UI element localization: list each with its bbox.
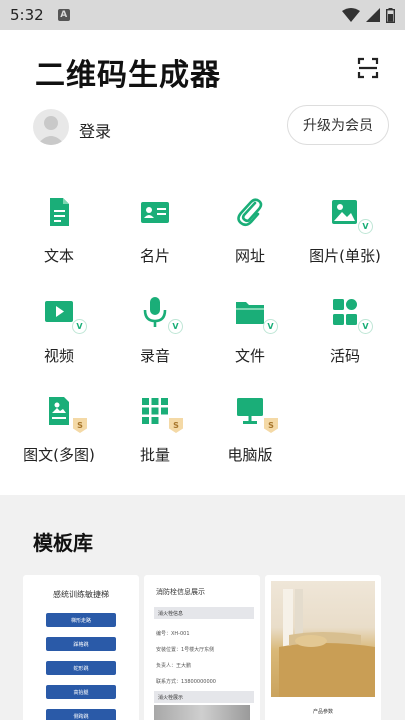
grid-item-desktop[interactable]: S 电脑版: [210, 394, 290, 474]
template-card-option: 踩格跳: [46, 637, 116, 651]
status-bar: 5:32 A: [0, 0, 405, 30]
grid-item-label: 图文(多图): [23, 446, 95, 464]
template-card-line: 负责人：王大鹏: [156, 663, 192, 669]
a-icon: A: [57, 9, 70, 21]
template-card-line: 安装位置：1号楼大厅东侧: [156, 647, 215, 653]
template-card-title: 消防栓信息展示: [156, 588, 205, 596]
vip-badge: V: [358, 219, 373, 234]
grid-item-label: 文本: [43, 247, 74, 265]
document-icon: [50, 198, 69, 226]
grid-item-label: 图片(单张): [309, 247, 381, 265]
template-card-section: 消火栓展示: [154, 691, 254, 703]
vip-badge: V: [72, 319, 87, 334]
grid-item-label: 名片: [139, 247, 170, 265]
dynamic-code-icon: [333, 299, 357, 325]
template-card-option: 蛇形跳: [46, 661, 116, 675]
upgrade-vip-button[interactable]: 升级为会员: [287, 105, 389, 145]
template-card-option: 侧跨跳: [46, 709, 116, 720]
template-library-section: 模板库 感统训练敏捷梯 梯形走路 踩格跳 蛇形跳 高抬腿 侧跨跳 消防栓信息展示…: [0, 495, 405, 720]
grid-item-business-card[interactable]: 名片: [115, 195, 195, 275]
grid-item-label: 文件: [234, 347, 265, 365]
image-icon: [332, 200, 357, 224]
vip-badge: V: [168, 319, 183, 334]
grid-item-label: 视频: [43, 347, 74, 365]
grid-item-text[interactable]: 文本: [19, 195, 99, 275]
scan-button[interactable]: [355, 55, 381, 81]
template-card-option: 梯形走路: [46, 613, 116, 627]
user-row: 登录 升级为会员: [0, 105, 405, 155]
batch-icon: [142, 398, 168, 424]
template-card-product[interactable]: 产品参数: [265, 575, 381, 720]
grid-item-label: 网址: [234, 247, 265, 265]
grid-item-audio[interactable]: V 录音: [115, 295, 195, 375]
template-card-title: 感统训练敏捷梯: [53, 590, 109, 599]
template-card-line: 联系方式：13800000000: [156, 679, 216, 685]
page-title: 二维码生成器: [35, 58, 221, 93]
vip-badge: V: [358, 319, 373, 334]
battery-icon: [386, 7, 395, 23]
vip-badge: V: [263, 319, 278, 334]
grid-item-url[interactable]: 网址: [210, 195, 290, 275]
video-icon: [45, 301, 73, 322]
template-card-fire-hydrant[interactable]: 消防栓信息展示 消火栓信息 编号：XH-001 安装位置：1号楼大厅东侧 负责人…: [144, 575, 260, 720]
signal-icon: [366, 8, 380, 22]
template-library-title: 模板库: [33, 531, 93, 555]
desktop-icon: [237, 398, 263, 424]
grid-item-image[interactable]: V 图片(单张): [305, 195, 385, 275]
status-icons: [342, 7, 395, 23]
template-card-title: 产品参数: [312, 709, 333, 715]
scan-icon: [357, 57, 379, 79]
user-avatar-icon: [37, 116, 65, 145]
microphone-icon: [143, 297, 167, 327]
template-card-agility[interactable]: 感统训练敏捷梯 梯形走路 踩格跳 蛇形跳 高抬腿 侧跨跳: [23, 575, 139, 720]
status-time: 5:32: [10, 6, 44, 24]
link-icon: [237, 198, 263, 227]
premium-badge: S: [169, 418, 183, 433]
template-card-photo: [154, 705, 250, 720]
wifi-icon: [342, 8, 360, 22]
product-photo: [271, 581, 375, 697]
grid-item-dynamic-code[interactable]: V 活码: [305, 295, 385, 375]
grid-item-image-text[interactable]: S 图文(多图): [19, 394, 99, 474]
app-header: 二维码生成器: [0, 30, 405, 110]
grid-item-label: 批量: [139, 446, 170, 464]
business-card-icon: [141, 202, 169, 223]
image-text-icon: [49, 397, 69, 425]
grid-item-label: 活码: [329, 347, 360, 365]
folder-icon: [236, 302, 264, 324]
bedroom-image: [279, 589, 375, 697]
grid-item-video[interactable]: V 视频: [19, 295, 99, 375]
grid-item-file[interactable]: V 文件: [210, 295, 290, 375]
premium-badge: S: [73, 418, 87, 433]
template-card-line: 编号：XH-001: [156, 631, 190, 637]
template-card-section: 消火栓信息: [154, 607, 254, 619]
login-link[interactable]: 登录: [79, 118, 111, 142]
grid-item-batch[interactable]: S 批量: [115, 394, 195, 474]
template-card-option: 高抬腿: [46, 685, 116, 699]
grid-item-label: 电脑版: [227, 446, 273, 464]
grid-item-label: 录音: [139, 347, 170, 365]
premium-badge: S: [264, 418, 278, 433]
avatar[interactable]: [33, 109, 69, 145]
